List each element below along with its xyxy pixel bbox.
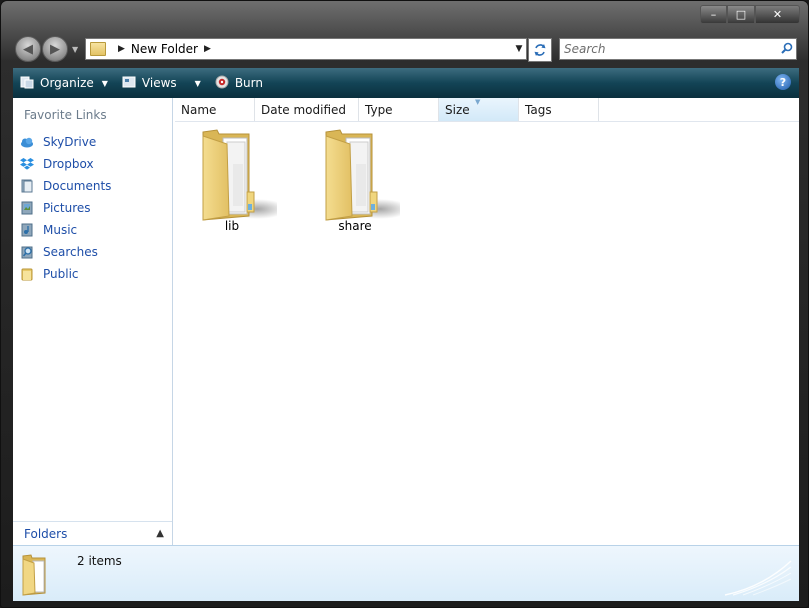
command-bar: Organize ▼ Views ▼ Burn ? (13, 68, 799, 98)
pictures-icon (20, 201, 34, 215)
sidebar-item-skydrive[interactable]: SkyDrive (20, 131, 111, 153)
column-headers: Name Date modified Type ▼ Size Tags (175, 98, 799, 122)
column-header-tags[interactable]: Tags (519, 98, 599, 121)
organize-icon (20, 75, 34, 92)
column-header-date-modified[interactable]: Date modified (255, 98, 359, 121)
recent-pages-dropdown[interactable]: ▼ (72, 45, 78, 54)
folder-icon (310, 124, 410, 221)
search-input[interactable] (560, 41, 778, 57)
search-icon (20, 245, 34, 259)
details-pane: 2 items (13, 545, 799, 601)
documents-icon (20, 179, 34, 193)
folders-toggle[interactable]: Folders ▲ (13, 521, 172, 545)
breadcrumb-separator[interactable]: ▶ (204, 44, 211, 54)
sidebar-item-label: Documents (43, 179, 112, 193)
column-header-size-label: Size (445, 102, 470, 117)
forward-button[interactable]: ▶ (42, 36, 68, 62)
folder-icon (20, 267, 34, 281)
item-count: 2 items (77, 554, 122, 568)
back-button[interactable]: ◀ (15, 36, 41, 62)
sidebar-item-music[interactable]: Music (20, 219, 111, 241)
folder-item[interactable]: lib (187, 124, 287, 233)
sidebar-item-public[interactable]: Public (20, 263, 111, 285)
views-icon (122, 76, 136, 91)
chevron-up-icon: ▲ (156, 528, 164, 539)
favorite-links-heading: Favorite Links (24, 108, 107, 122)
sidebar-item-label: Music (43, 223, 78, 237)
folder-icon (90, 42, 106, 56)
burn-button[interactable]: Burn (208, 72, 270, 94)
sidebar-item-searches[interactable]: Searches (20, 241, 111, 263)
sidebar-item-label: Searches (43, 245, 98, 259)
sidebar-item-label: Dropbox (43, 157, 94, 171)
search-icon[interactable] (778, 42, 796, 57)
help-icon[interactable]: ? (775, 74, 791, 90)
sidebar-item-documents[interactable]: Documents (20, 175, 111, 197)
maximize-button[interactable]: □ (727, 5, 755, 24)
folder-item[interactable]: share (310, 124, 410, 233)
back-arrow-icon: ◀ (23, 41, 33, 57)
sidebar-item-label: SkyDrive (43, 135, 97, 149)
navigation-buttons: ◀ ▶ ▼ (15, 36, 78, 62)
folder-icon (187, 124, 287, 221)
address-bar[interactable]: ▶ New Folder ▶ ▼ (85, 38, 527, 60)
organize-menu[interactable]: Organize ▼ (13, 72, 115, 94)
sort-arrow-icon: ▼ (475, 98, 481, 106)
main-content: Favorite Links SkyDrive Dropbox Document… (13, 98, 799, 545)
swoosh-decoration (724, 560, 792, 596)
file-list: Name Date modified Type ▼ Size Tags lib … (175, 98, 799, 545)
burn-label: Burn (234, 76, 263, 90)
favorite-links-list: SkyDrive Dropbox Documents Pictures Musi… (20, 131, 111, 285)
chevron-down-icon: ▼ (194, 78, 201, 88)
views-menu[interactable]: Views ▼ (115, 72, 208, 94)
burn-disc-icon (215, 75, 229, 92)
column-header-type[interactable]: Type (359, 98, 439, 121)
window-controls: – □ ✕ (700, 5, 800, 24)
folders-label: Folders (24, 526, 68, 541)
organize-label: Organize (40, 76, 94, 90)
breadcrumb-new-folder[interactable]: New Folder (131, 42, 198, 56)
close-button[interactable]: ✕ (755, 5, 800, 24)
music-icon (20, 223, 34, 237)
column-header-name[interactable]: Name (175, 98, 255, 121)
folder-icon (17, 553, 55, 596)
refresh-icon (534, 44, 546, 56)
forward-arrow-icon: ▶ (50, 41, 60, 57)
sidebar-item-label: Pictures (43, 201, 91, 215)
minimize-button[interactable]: – (700, 5, 727, 24)
address-dropdown[interactable]: ▼ (512, 44, 526, 54)
column-header-size[interactable]: ▼ Size (439, 98, 519, 121)
breadcrumb-separator[interactable]: ▶ (118, 44, 125, 54)
search-box[interactable] (559, 38, 797, 60)
sidebar-item-label: Public (43, 267, 79, 281)
sidebar-item-dropbox[interactable]: Dropbox (20, 153, 111, 175)
chevron-down-icon: ▼ (101, 78, 108, 88)
cloud-icon (20, 135, 34, 149)
sidebar-item-pictures[interactable]: Pictures (20, 197, 111, 219)
views-label: Views (141, 76, 177, 90)
dropbox-icon (20, 157, 34, 171)
navigation-pane: Favorite Links SkyDrive Dropbox Document… (13, 98, 173, 545)
refresh-button[interactable] (528, 38, 552, 62)
explorer-window: – □ ✕ ◀ ▶ ▼ ▶ New Folder ▶ ▼ Search Orga… (0, 0, 809, 608)
